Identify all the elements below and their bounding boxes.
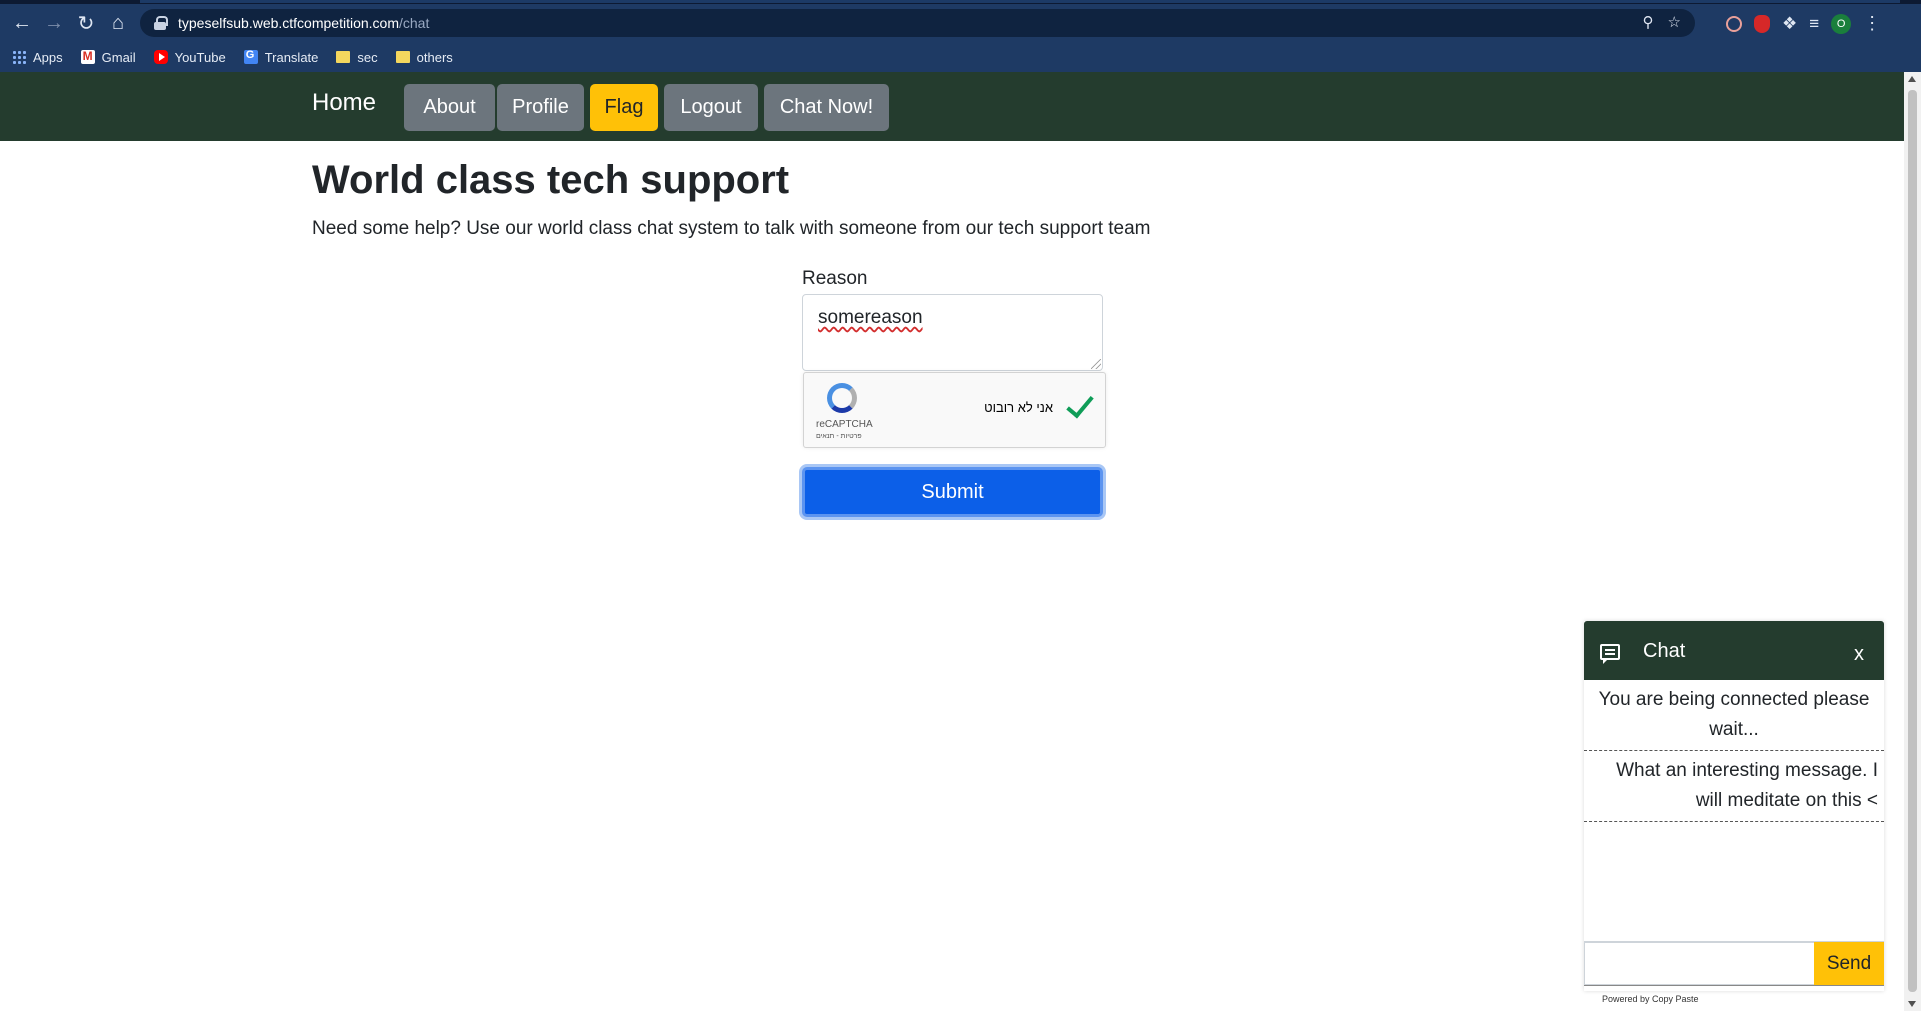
kebab-menu-icon[interactable]: ⋮ bbox=[1863, 13, 1881, 34]
bookmark-star-icon[interactable]: ☆ bbox=[1668, 13, 1681, 31]
chat-message: You are being connected please wait... bbox=[1584, 680, 1884, 751]
bookmarks-bar: Apps Gmail YouTube Translate sec others bbox=[0, 42, 1921, 72]
url-host: typeselfsub.web.ctfcompetition.com bbox=[178, 15, 399, 31]
url-path: /chat bbox=[399, 15, 430, 31]
forward-arrow-icon[interactable]: → bbox=[38, 7, 70, 39]
bookmark-gmail[interactable]: Gmail bbox=[80, 49, 136, 65]
browser-toolbar: ← → ↻ ⌂ typeselfsub.web.ctfcompetition.c… bbox=[0, 4, 1921, 42]
recaptcha-brand: reCAPTCHA bbox=[816, 419, 873, 430]
chat-close-button[interactable]: x bbox=[1854, 643, 1864, 666]
chat-bubble-icon bbox=[1600, 644, 1620, 664]
active-tab[interactable] bbox=[140, 0, 1900, 3]
chat-title: Chat bbox=[1643, 640, 1686, 662]
home-icon[interactable]: ⌂ bbox=[102, 7, 134, 39]
extensions-puzzle-icon[interactable]: ❖ bbox=[1782, 14, 1797, 34]
page-title: World class tech support bbox=[312, 158, 790, 202]
apps-grid-icon bbox=[12, 50, 26, 64]
media-queue-icon[interactable]: ≡ bbox=[1809, 14, 1819, 34]
submit-button[interactable]: Submit bbox=[802, 467, 1103, 517]
bookmark-youtube[interactable]: YouTube bbox=[153, 50, 226, 65]
chat-widget: Chat x You are being connected please wa… bbox=[1584, 621, 1884, 991]
chat-compose-row: Send bbox=[1584, 941, 1884, 986]
address-bar[interactable]: typeselfsub.web.ctfcompetition.com/chat … bbox=[140, 9, 1695, 37]
translate-icon bbox=[243, 49, 258, 64]
zoom-icon[interactable]: ⚲ bbox=[1643, 13, 1654, 31]
chat-message: What an interesting message. I will medi… bbox=[1584, 751, 1884, 822]
back-arrow-icon[interactable]: ← bbox=[6, 7, 38, 39]
reload-icon[interactable]: ↻ bbox=[70, 7, 102, 39]
nav-about-button[interactable]: About bbox=[404, 84, 495, 131]
reason-value: somereason bbox=[818, 307, 923, 328]
nav-profile-button[interactable]: Profile bbox=[497, 84, 584, 131]
chat-message-input[interactable] bbox=[1584, 942, 1814, 985]
folder-icon bbox=[395, 51, 410, 63]
chat-powered-by: Powered by Copy Paste bbox=[1602, 994, 1699, 1004]
bookmark-apps[interactable]: Apps bbox=[12, 50, 63, 65]
gmail-icon bbox=[80, 49, 95, 64]
extension-cookie-icon[interactable] bbox=[1726, 15, 1742, 32]
bookmark-translate[interactable]: Translate bbox=[243, 49, 318, 65]
nav-home-link[interactable]: Home bbox=[312, 89, 376, 117]
recaptcha-label: אני לא רובוט bbox=[984, 400, 1053, 415]
nav-logout-button[interactable]: Logout bbox=[664, 84, 758, 131]
extension-shield-icon[interactable] bbox=[1754, 14, 1770, 33]
youtube-icon bbox=[153, 50, 168, 64]
chat-send-button[interactable]: Send bbox=[1814, 942, 1884, 985]
scrollbar-thumb[interactable] bbox=[1908, 90, 1917, 992]
profile-avatar[interactable]: O bbox=[1831, 13, 1852, 34]
recaptcha-widget: אני לא רובוט reCAPTCHA פרטיות - תנאים bbox=[803, 372, 1106, 448]
folder-icon bbox=[336, 51, 351, 63]
bookmark-folder-sec[interactable]: sec bbox=[336, 50, 378, 65]
recaptcha-checkmark-icon[interactable] bbox=[1063, 393, 1097, 419]
reason-textarea[interactable]: somereason bbox=[802, 294, 1103, 371]
nav-flag-button[interactable]: Flag bbox=[590, 84, 658, 131]
textarea-resize-handle[interactable] bbox=[1091, 359, 1101, 369]
nav-chat-now-button[interactable]: Chat Now! bbox=[764, 84, 889, 131]
scroll-down-arrow-icon[interactable] bbox=[1908, 1001, 1916, 1007]
page-description: Need some help? Use our world class chat… bbox=[312, 218, 1151, 239]
page-scrollbar[interactable] bbox=[1904, 72, 1921, 1011]
chat-header: Chat x bbox=[1584, 621, 1884, 680]
recaptcha-logo-icon bbox=[827, 383, 857, 413]
lock-icon bbox=[154, 16, 168, 30]
bookmark-folder-others[interactable]: others bbox=[395, 50, 453, 65]
reason-label: Reason bbox=[802, 268, 868, 289]
recaptcha-terms-links[interactable]: פרטיות - תנאים bbox=[816, 433, 862, 440]
scroll-up-arrow-icon[interactable] bbox=[1908, 76, 1916, 82]
site-navbar: Home About Profile Flag Logout Chat Now! bbox=[0, 72, 1904, 141]
